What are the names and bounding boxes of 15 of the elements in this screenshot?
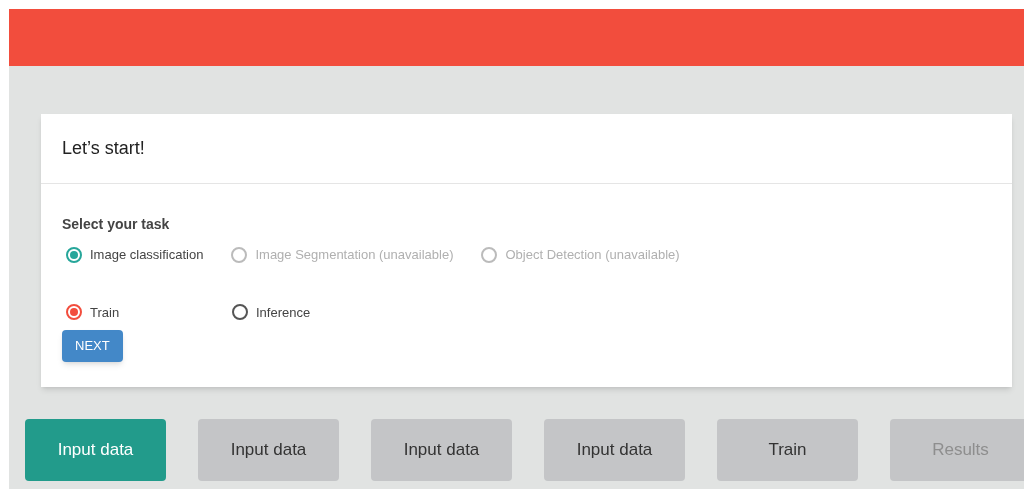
radio-button[interactable] (66, 246, 82, 263)
option-label: Image classification (90, 246, 204, 264)
next-button[interactable]: NEXT (62, 330, 123, 362)
section-label: Select your task (62, 215, 171, 234)
step-tab[interactable]: Input data (544, 419, 685, 481)
option-label: Inference (256, 303, 311, 322)
step-tab[interactable]: Input data (198, 419, 339, 481)
step-tab[interactable]: Train (717, 419, 858, 481)
radio-button[interactable] (66, 304, 82, 321)
card-title: Let’s start! (62, 137, 145, 160)
step-tab[interactable]: Input data (371, 419, 512, 481)
option-label: Image Segmentation (unavailable) (255, 246, 454, 264)
radio-button[interactable] (232, 304, 248, 321)
option-label: Train (90, 303, 120, 322)
option-label: Object Detection (unavailable) (505, 246, 680, 264)
